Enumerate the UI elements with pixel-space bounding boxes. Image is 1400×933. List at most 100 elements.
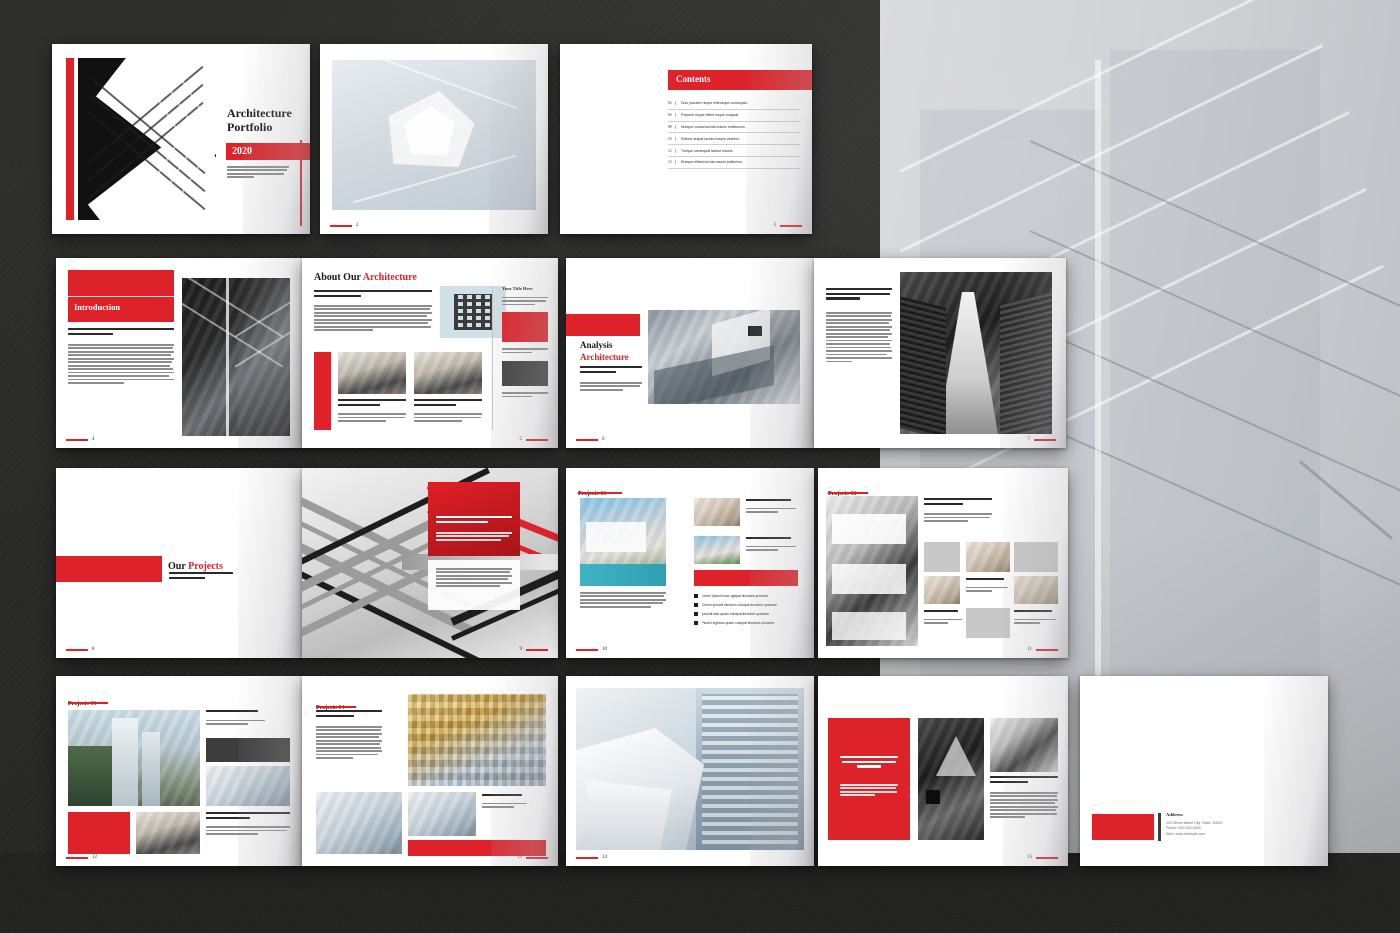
contents-item-text: Nneque consat lacinia mauris vestibulum. [681,124,746,129]
sheet-page-14[interactable]: 14 [566,676,814,866]
sheet-page-12[interactable]: Projects 03 12 [56,676,302,866]
page13-photo-blueprint [408,792,476,836]
page10-bullet-text: Dorem ipsumli sleusom volutpat tincidunt… [701,603,778,607]
sheet-contents[interactable]: Contents 04 Duis posuere neque elifeneque… [560,44,812,234]
page10-bullet-list[interactable]: Lorem ipsumli siau qlqtpat tincidunt qui… [694,594,802,630]
contents-item[interactable]: 06 Posuere neque elifnd neque conquat. [668,110,800,122]
page13-photo-model [316,792,402,854]
page10-thumb-2-text [746,537,798,553]
page13-heading-rule [316,706,356,708]
contents-item[interactable]: 14 Rneque elifeat lacinia mauris estibulu… [668,157,800,169]
page10-bullet-item[interactable]: Ipsumli siau quam volutpat tincidunt qui… [694,612,802,616]
page5-sidebar-dark-block [502,361,548,387]
page9-overlay-title [436,516,512,525]
page10-bullet-item[interactable]: Psumli sightrau quam volutpat tincidunt … [694,621,802,625]
page5-photo-team-2 [414,352,482,394]
page15-red-panel [828,718,910,840]
backcover-red-block [1092,814,1154,840]
page4-heading: Introduction [74,302,121,312]
page12-side-text [206,710,290,727]
page8-red-dash [66,648,88,651]
page9-red-dash [526,648,548,651]
cover-title-line2: Portfolio [227,120,273,135]
page5-body [314,305,432,333]
page10-bullet-item[interactable]: Lorem ipsumli siau qlqtpat tincidunt qui… [694,594,802,598]
page15-panel-body [840,784,898,798]
page14-number: 14 [602,855,607,860]
sheet-page-5[interactable]: About Our Architecture Your Title Here 5 [302,258,558,448]
page10-bullet-text: Lorem ipsumli siau qlqtpat tincidunt qui… [701,594,770,598]
sheet-page-4[interactable]: Introduction 4 [56,258,302,448]
contents-heading-band: Contents [668,70,812,90]
sheet-page-2[interactable]: 2 [320,44,548,234]
sheet-page-6[interactable]: Analysis Architecture 6 [566,258,814,448]
page8-heading-black: Our [168,561,189,572]
page5-heading-red: Architecture [362,272,417,283]
sheet-page-9[interactable]: 9 [302,468,558,658]
contents-list[interactable]: 04 Duis posuere neque elifeneque consequa… [668,98,800,169]
sheet-back-cover[interactable]: Address: 123 Street Name City, State, 00… [1080,676,1328,866]
page10-bullet-text: Psumli sightrau quam volutpat tincidunt … [701,621,776,625]
sheet-page-8[interactable]: Our Projects 8 [56,468,302,658]
page10-main-caption [580,592,666,609]
contents-item[interactable]: 08 Nneque consat lacinia mauris vestibulu… [668,122,800,134]
contents-item[interactable]: 10 Elifend nequat lacinia mauris vestibul… [668,133,800,146]
contents-item-number: 10 [668,136,676,141]
page10-red-dash [576,648,598,651]
sheet-page-13[interactable]: Projects 04 13 [302,676,558,866]
page10-red-block [694,570,798,586]
page2-number: 2 [356,223,359,228]
page15-body [990,792,1058,820]
page3-red-dash [780,224,802,227]
page12-red-block [68,812,130,854]
contents-item-text: Posuere neque elifnd neque conquat. [681,113,740,118]
cover-vertical-rule [300,140,302,226]
page12-heading-rule [68,702,108,704]
page11-cell-9-text [1014,610,1058,626]
page5-divider [492,286,493,430]
contents-item[interactable]: 12 Tneque consequat lacinia mauris . [668,145,800,157]
sheet-cover[interactable]: Architecture Portfolio 2020 [52,44,310,234]
page11-number: 11 [1027,647,1032,652]
bullet-square-icon [694,603,698,607]
sheet-page-7[interactable]: 7 [814,258,1066,448]
page5-card-2 [414,399,482,424]
contents-item-number: 12 [668,148,676,153]
page6-red-dash [576,438,598,441]
page10-thumb-1-text [746,499,798,515]
sheet-page-15[interactable]: 15 [818,676,1068,866]
page7-number: 7 [1027,437,1031,442]
page5-lead [314,290,432,299]
page6-photo-museum [648,310,800,404]
page5-page-number-group: 5 [520,437,548,442]
page5-red-dash [526,438,548,441]
page11-cell-1-placeholder [924,542,960,572]
page9-overlay-body [436,532,512,542]
page6-number: 6 [602,437,605,442]
page4-body [68,344,174,386]
page6-red-band [566,314,640,336]
bullet-square-icon [694,612,698,616]
page5-sidebar-title: Your Title Here [502,286,533,291]
page11-photo-house [826,496,918,646]
page13-lead [316,710,382,719]
cover-title-line1: Architecture [227,106,292,120]
page15-number: 15 [1027,855,1032,860]
page9-number: 9 [519,647,523,652]
page10-page-number-group: 10 [576,647,607,652]
page4-photo-building [182,278,290,436]
page11-page-number-group: 11 [1027,647,1058,652]
page6-body [580,382,642,392]
page7-lead [826,288,892,302]
page6-heading: Analysis Architecture [580,340,629,362]
page8-red-band [56,556,162,582]
page13-number: 13 [517,855,522,860]
page7-page-number-group: 7 [1027,437,1056,442]
sheet-page-10[interactable]: Projects 01 Lorem ipsumli siau qlqtpat t… [566,468,814,658]
page13-photo-construction [408,694,546,786]
page12-heading: Projects 03 [68,692,96,710]
sheet-page-11[interactable]: Projects 02 11 [818,468,1068,658]
page10-bullet-item[interactable]: Dorem ipsumli sleusom volutpat tincidunt… [694,603,802,607]
page11-cell-8-placeholder [966,608,1010,638]
contents-item[interactable]: 04 Duis posuere neque elifeneque consequa… [668,98,800,110]
